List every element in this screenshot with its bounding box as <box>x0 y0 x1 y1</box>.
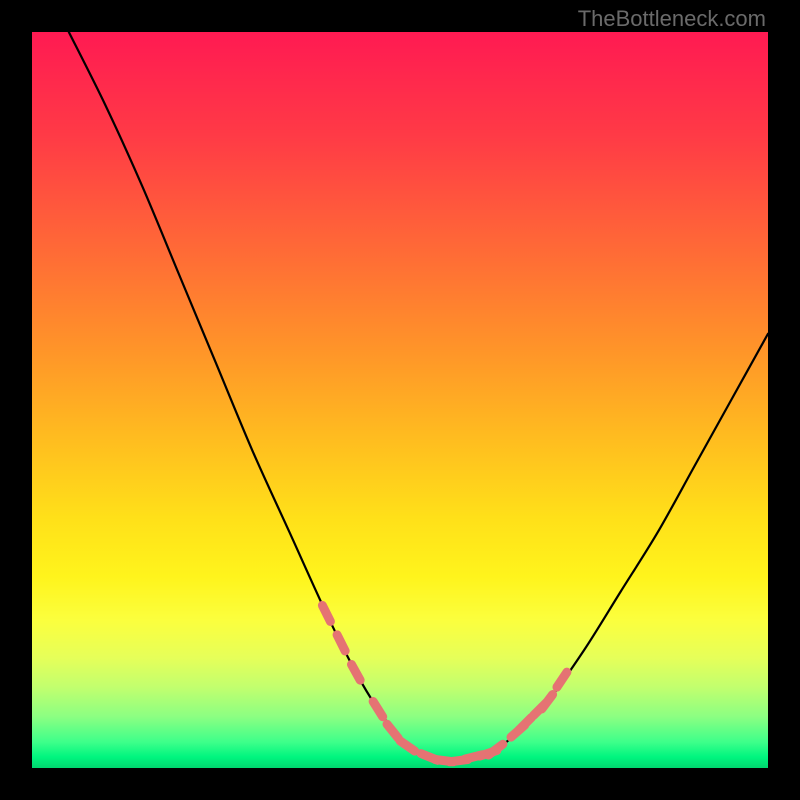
watermark-text: TheBottleneck.com <box>578 6 766 32</box>
marker-point <box>519 717 532 730</box>
bottleneck-curve <box>69 32 768 762</box>
marker-point <box>400 741 415 751</box>
marker-point <box>542 695 553 709</box>
marker-point <box>337 635 345 651</box>
marker-point <box>488 744 502 755</box>
marker-point <box>387 724 398 738</box>
marker-point <box>351 664 360 680</box>
marker-group <box>322 605 567 761</box>
curve-svg <box>32 32 768 768</box>
marker-point <box>322 605 330 621</box>
marker-point <box>373 701 383 716</box>
marker-point <box>557 672 567 687</box>
plot-area <box>32 32 768 768</box>
chart-canvas: TheBottleneck.com <box>0 0 800 800</box>
